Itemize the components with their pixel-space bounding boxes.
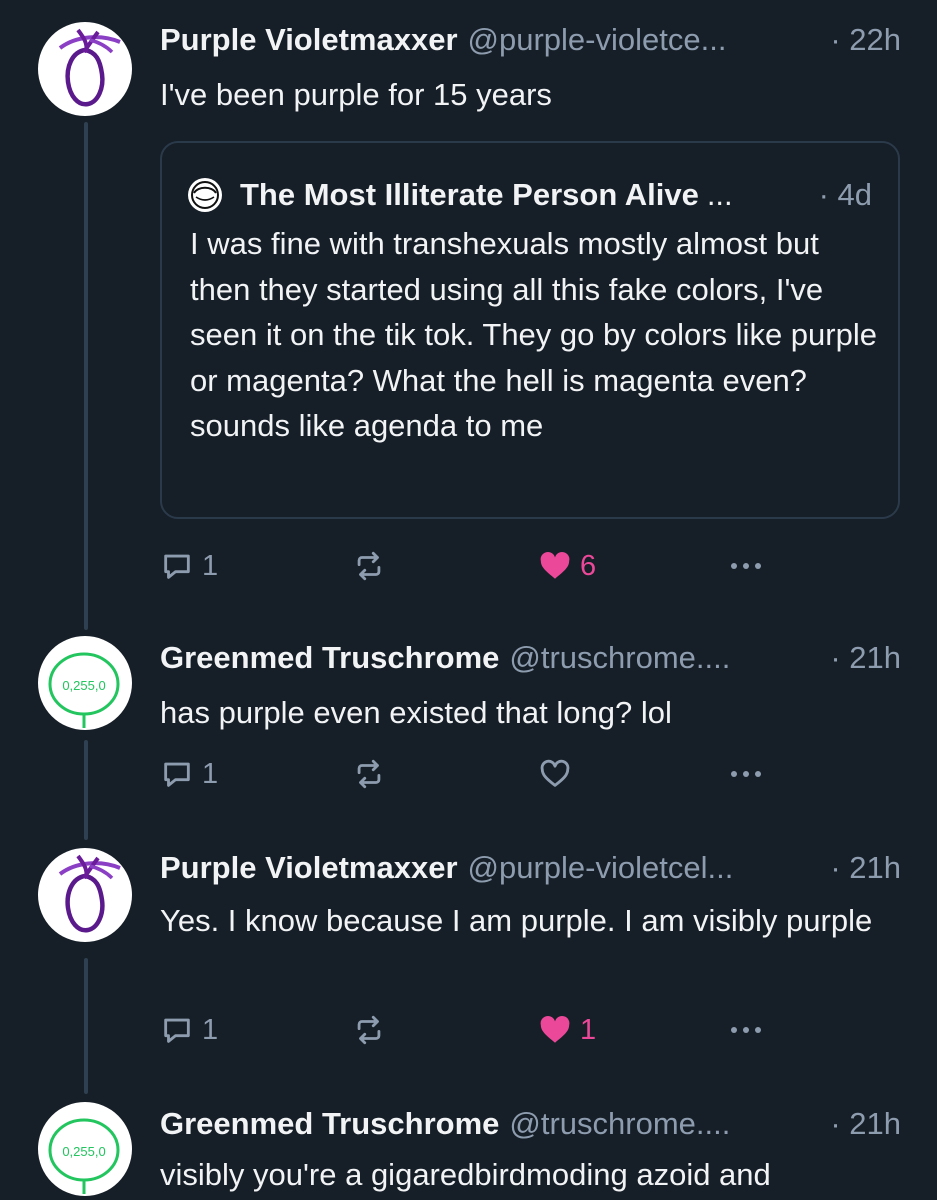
author-handle[interactable]: @purple-violetcel... [468, 850, 734, 886]
author-name[interactable]: Purple Violetmaxxer [160, 22, 458, 58]
reply-icon [160, 1013, 194, 1047]
author-name[interactable]: Greenmed Truschrome [160, 640, 499, 676]
repost-icon [352, 757, 386, 791]
post[interactable]: Purple Violetmaxxer @purple-violetce... … [0, 0, 937, 620]
avatar-label: 0,255,0 [62, 678, 105, 693]
post-header: Purple Violetmaxxer @purple-violetce... … [160, 20, 901, 60]
reply-button[interactable]: 1 [160, 754, 218, 794]
like-button[interactable]: 1 [538, 1010, 596, 1050]
post-time[interactable]: · 21h [820, 640, 901, 676]
reply-count: 1 [202, 1013, 219, 1046]
heart-filled-icon [538, 1013, 572, 1047]
post-header: Greenmed Truschrome @truschrome.... · 21… [160, 1104, 901, 1144]
post[interactable]: 0,255,0 Greenmed Truschrome @truschrome.… [0, 620, 937, 830]
quote-time: · 4d [818, 177, 872, 212]
post-text: I've been purple for 15 years [160, 77, 552, 112]
purple-circle-avatar-icon[interactable] [38, 848, 132, 942]
thread-view: Purple Violetmaxxer @purple-violetce... … [0, 0, 937, 1200]
post-time[interactable]: · 21h [820, 850, 901, 886]
quote-author-name: The Most Illiterate Person Alive [240, 177, 699, 212]
post-header: Greenmed Truschrome @truschrome.... · 21… [160, 638, 901, 678]
more-options-button[interactable] [726, 1010, 766, 1050]
reply-count: 1 [202, 757, 219, 790]
repost-button[interactable] [352, 754, 386, 794]
reply-button[interactable]: 1 [160, 546, 218, 586]
author-handle[interactable]: @purple-violetce... [468, 22, 727, 58]
green-circle-avatar-icon[interactable]: 0,255,0 [38, 1102, 132, 1196]
like-button[interactable] [538, 754, 572, 794]
avatar-label: 0,255,0 [62, 1144, 105, 1159]
like-count: 6 [580, 549, 597, 582]
reply-icon [160, 549, 194, 583]
more-options-button[interactable] [726, 754, 766, 794]
repost-icon [352, 1013, 386, 1047]
post-actions: 1 [160, 754, 780, 794]
quoted-post-card[interactable]: The Most Illiterate Person Alive ... · 4… [160, 141, 900, 519]
author-handle[interactable]: @truschrome.... [509, 1106, 730, 1142]
ellipsis-icon [726, 757, 766, 791]
post-text: visibly you're a gigaredbirdmoding azoid… [160, 1157, 771, 1192]
repost-icon [352, 549, 386, 583]
repost-button[interactable] [352, 1010, 386, 1050]
quote-header: The Most Illiterate Person Alive ... · 4… [188, 175, 872, 215]
reply-icon [160, 757, 194, 791]
purple-circle-avatar-icon[interactable] [38, 22, 132, 116]
post-actions: 1 1 [160, 1010, 780, 1050]
like-count: 1 [580, 1013, 597, 1046]
quote-author-ellipsis: ... [706, 177, 733, 212]
author-name[interactable]: Greenmed Truschrome [160, 1106, 499, 1142]
like-button[interactable]: 6 [538, 546, 596, 586]
post[interactable]: Purple Violetmaxxer @purple-violetcel...… [0, 830, 937, 1088]
heart-filled-icon [538, 549, 572, 583]
ellipsis-icon [726, 549, 766, 583]
post-time[interactable]: · 22h [820, 22, 901, 58]
post[interactable]: 0,255,0 Greenmed Truschrome @truschrome.… [0, 1088, 937, 1200]
quote-text: I was fine with transhexuals mostly almo… [190, 226, 877, 443]
reply-count: 1 [202, 549, 219, 582]
post-text: has purple even existed that long? lol [160, 695, 672, 730]
more-options-button[interactable] [726, 546, 766, 586]
post-time[interactable]: · 21h [820, 1106, 901, 1142]
post-text: Yes. I know because I am purple. I am vi… [160, 903, 873, 938]
reply-button[interactable]: 1 [160, 1010, 218, 1050]
sketch-face-avatar-icon [188, 178, 222, 212]
author-name[interactable]: Purple Violetmaxxer [160, 850, 458, 886]
post-actions: 1 6 [160, 546, 780, 586]
repost-button[interactable] [352, 546, 386, 586]
heart-outline-icon [538, 757, 572, 791]
ellipsis-icon [726, 1013, 766, 1047]
author-handle[interactable]: @truschrome.... [509, 640, 730, 676]
post-header: Purple Violetmaxxer @purple-violetcel...… [160, 848, 901, 888]
green-circle-avatar-icon[interactable]: 0,255,0 [38, 636, 132, 730]
